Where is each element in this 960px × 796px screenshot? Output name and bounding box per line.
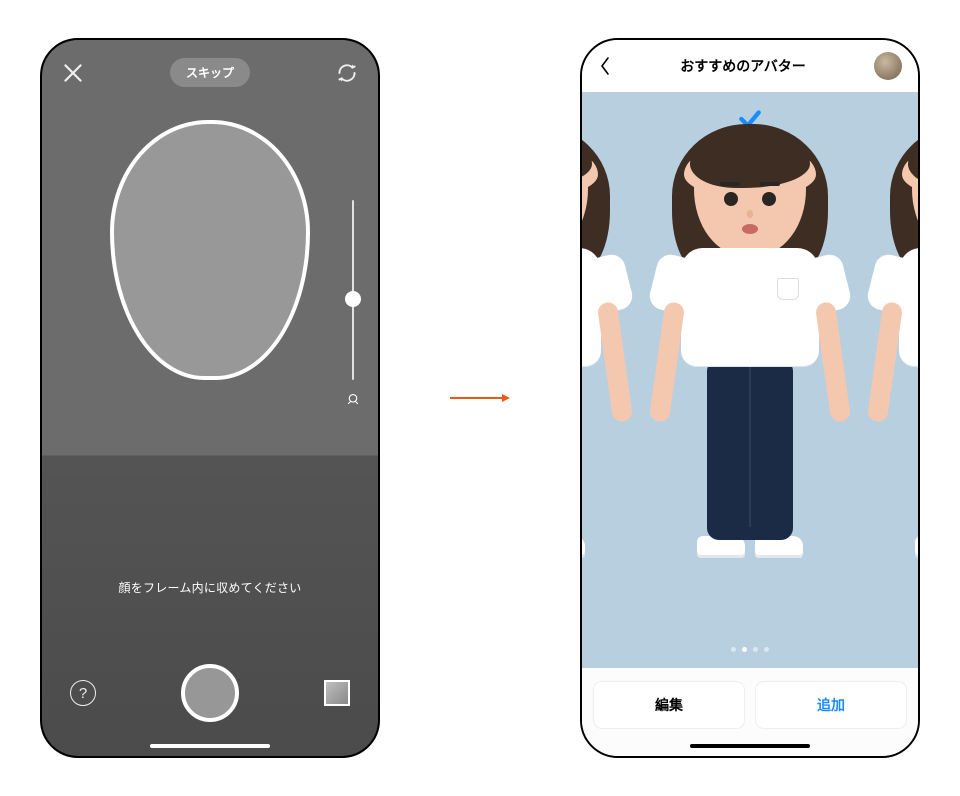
carousel-dot[interactable] [731,647,736,652]
zoom-min-icon [344,390,362,408]
avatar-select-screen: おすすめのアバター [580,38,920,758]
capture-instruction: 顔をフレーム内に収めてください [42,579,378,596]
camera-flip-icon[interactable] [334,60,360,86]
carousel-dot-active[interactable] [742,647,747,652]
back-icon[interactable] [598,54,612,78]
carousel-dots [731,647,769,652]
edit-button[interactable]: 編集 [594,682,744,728]
zoom-slider[interactable] [352,200,354,380]
skip-button[interactable]: スキップ [170,58,250,87]
home-indicator[interactable] [690,744,810,748]
gallery-thumbnail-button[interactable] [324,680,350,706]
avatar-option-next[interactable] [868,138,918,558]
avatar-option-selected[interactable] [650,138,850,558]
flow-arrow-icon [420,393,540,403]
shutter-button[interactable] [181,664,239,722]
capture-bottom-bar: ? [42,664,378,722]
carousel-dot[interactable] [753,647,758,652]
face-outline-icon [110,120,310,380]
help-button[interactable]: ? [70,680,96,706]
camera-capture-screen: スキップ 顔をフレーム内に収めてください ? [40,38,380,758]
profile-avatar[interactable] [874,52,902,80]
page-title: おすすめのアバター [680,56,805,76]
avatar-action-bar: 編集 追加 [582,668,918,756]
avatar-header: おすすめのアバター [582,40,918,92]
carousel-dot[interactable] [764,647,769,652]
avatar-option-prev[interactable] [582,138,632,558]
capture-topbar: スキップ [42,58,378,87]
home-indicator[interactable] [150,744,270,748]
zoom-slider-thumb[interactable] [345,291,361,307]
camera-viewport: スキップ 顔をフレーム内に収めてください ? [42,40,378,756]
close-icon[interactable] [60,60,86,86]
face-guide-overlay [110,120,310,380]
avatar-carousel[interactable] [582,92,918,668]
add-button[interactable]: 追加 [756,682,906,728]
